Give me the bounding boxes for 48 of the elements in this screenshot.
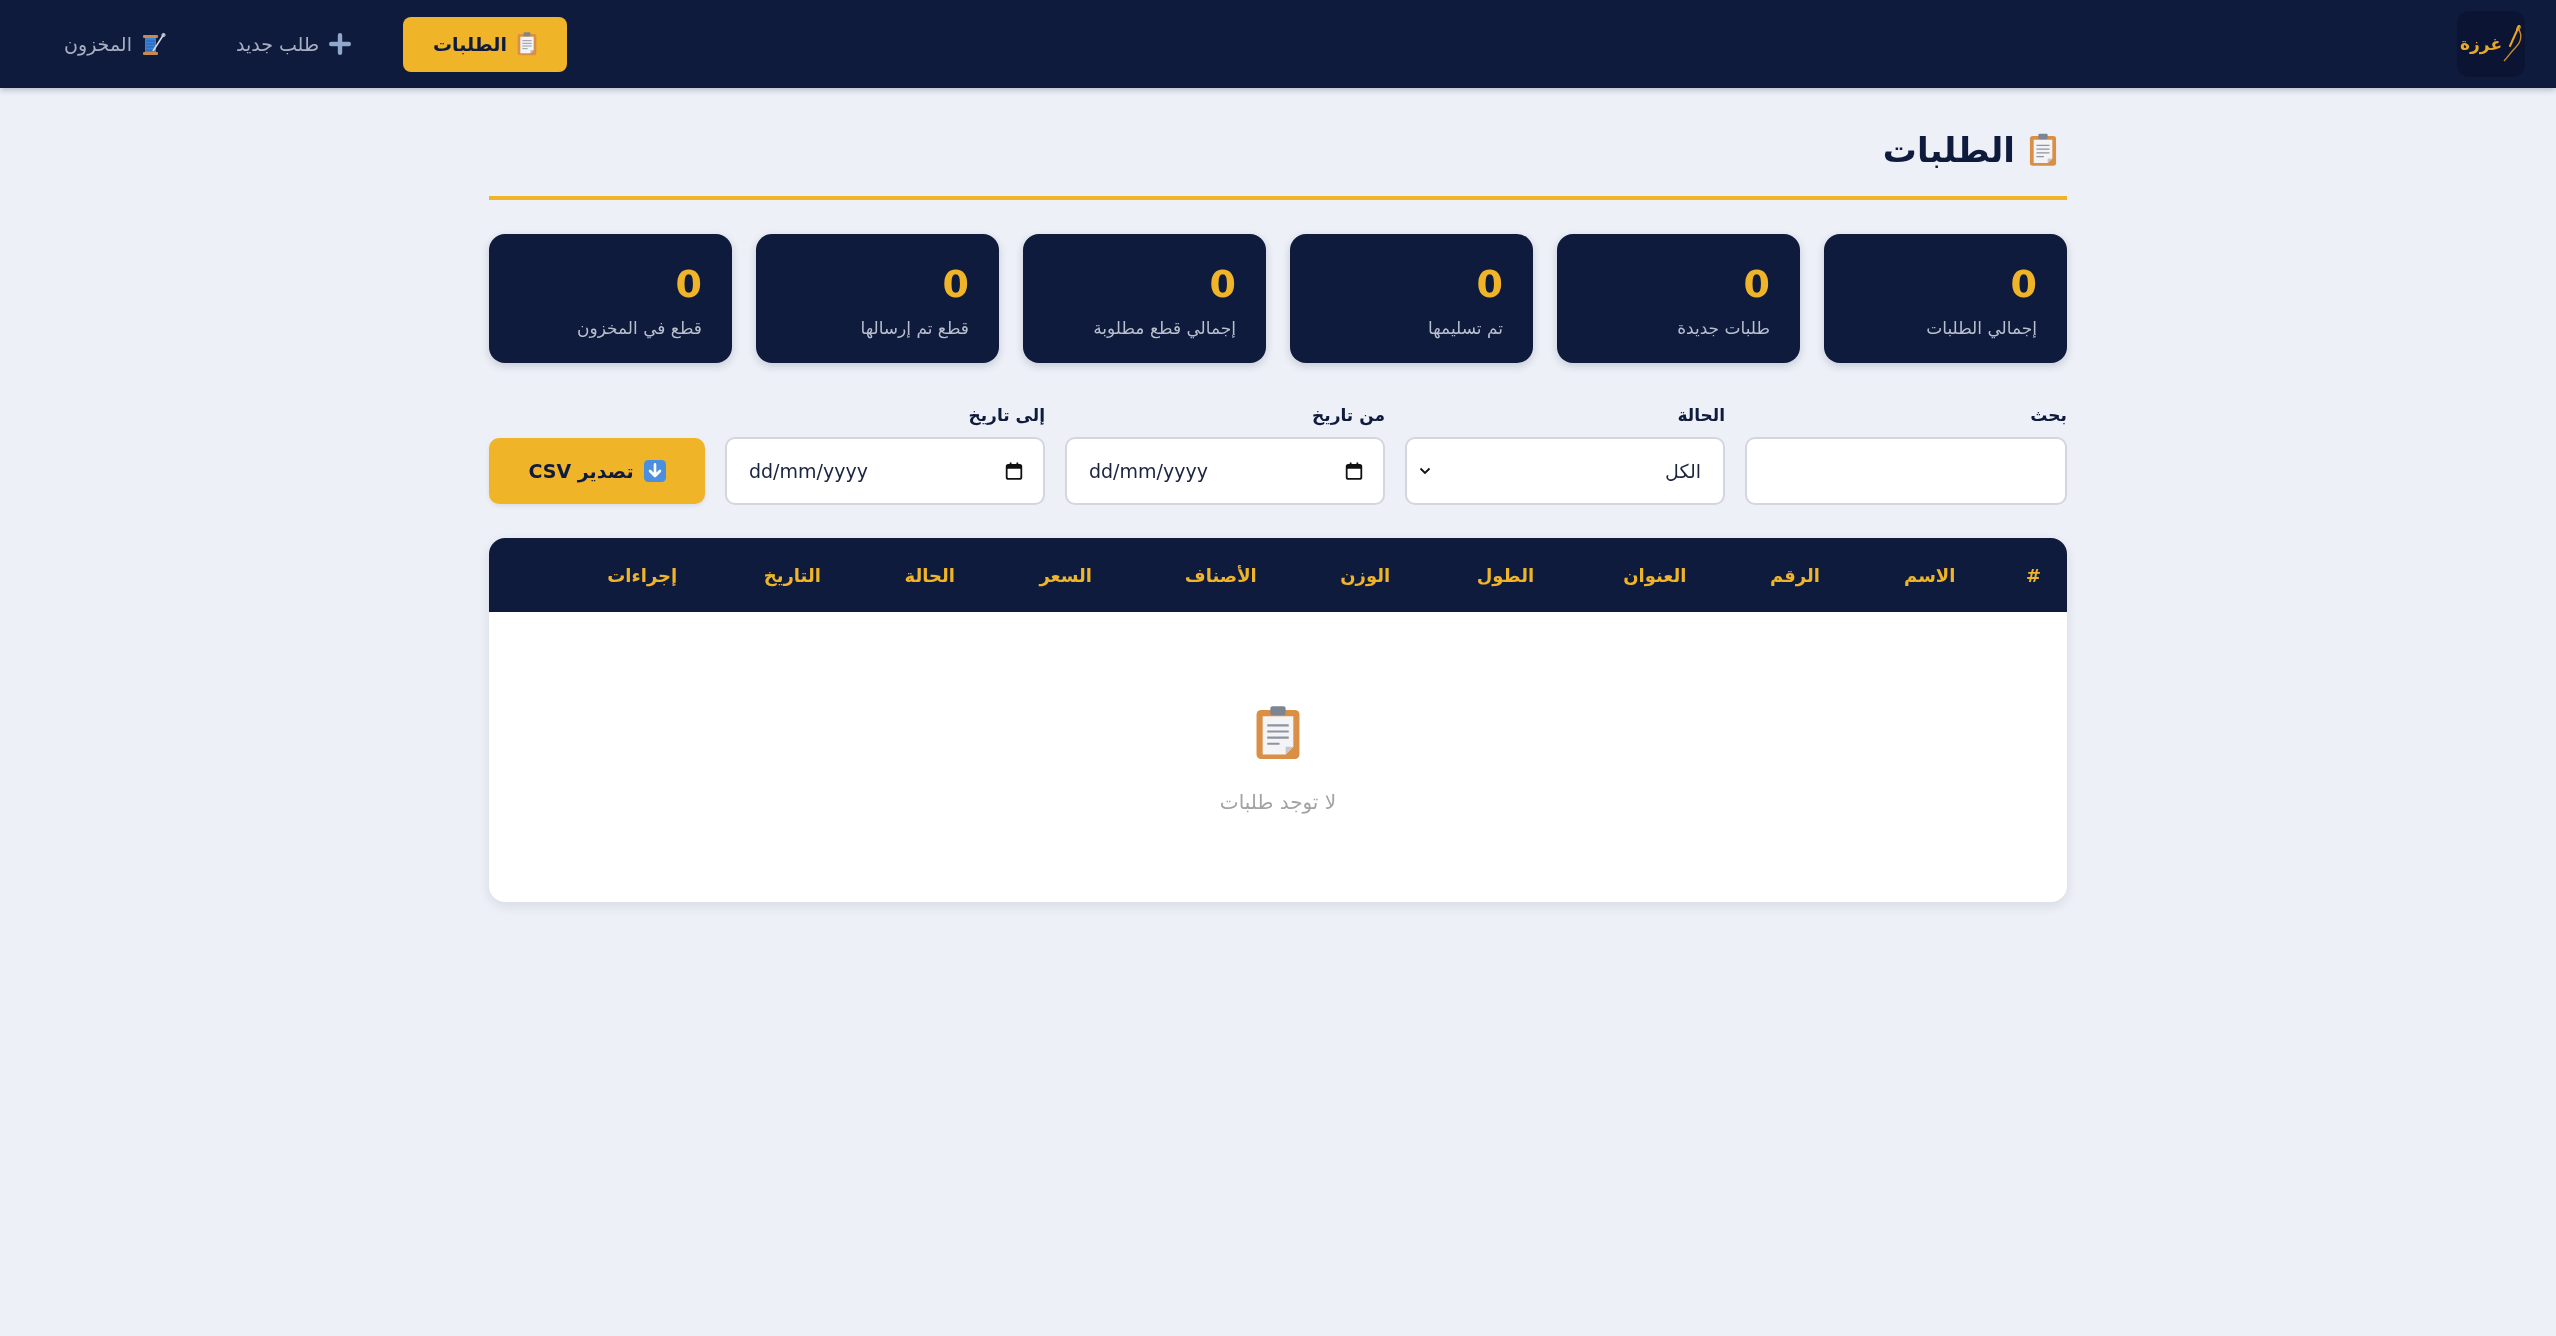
field-label: الحالة: [1676, 404, 1725, 428]
column-header: الاسم: [1841, 538, 1978, 613]
thread-spool-icon: [141, 32, 166, 56]
nav-tab[interactable]: الطلبات: [403, 16, 567, 72]
column-header: #: [1977, 538, 2067, 613]
field-label: من تاريخ: [1311, 404, 1385, 428]
logo-tile[interactable]: غرزة: [2457, 11, 2525, 77]
column-header: السعر: [976, 538, 1114, 613]
plus-icon: [329, 33, 352, 55]
calendar-icon[interactable]: [1005, 462, 1023, 481]
clipboard-icon: [2029, 133, 2057, 168]
stat-label: إجمالي الطلبات: [1926, 317, 2037, 341]
column-header: إجراءات: [489, 538, 700, 613]
stat-value: 0: [942, 261, 969, 309]
calendar-icon[interactable]: [1345, 462, 1363, 481]
needle-thread-icon: [2502, 24, 2522, 64]
field-label: إلى تاريخ: [967, 404, 1045, 428]
search-field[interactable]: [1745, 437, 2067, 506]
nav-tab[interactable]: طلب جديد: [217, 16, 370, 72]
column-header: الأصناف: [1114, 538, 1279, 613]
stat-label: إجمالي قطع مطلوبة: [1093, 317, 1236, 341]
column-header: التاريخ: [699, 538, 843, 613]
empty-message: لا توجد طلبات: [1219, 789, 1337, 816]
select-field[interactable]: الكل: [1405, 437, 1725, 506]
stat-value: 0: [2010, 261, 2037, 309]
stat-label: تم تسليمها: [1428, 317, 1503, 341]
nav-tab[interactable]: المخزون: [46, 16, 184, 72]
logo-text: غرزة: [2460, 33, 2502, 55]
export-button[interactable]: تصدير CSV: [489, 438, 705, 505]
date-field[interactable]: dd/mm/yyyy: [725, 437, 1045, 506]
stat-label: قطع في المخزون: [577, 317, 702, 341]
page-title: الطلبات: [1882, 129, 2015, 172]
field-label: بحث: [2029, 404, 2067, 428]
stat-label: قطع تم إرسالها: [860, 317, 969, 341]
column-header: الطول: [1412, 538, 1557, 613]
column-header: العنوان: [1556, 538, 1709, 613]
clipboard-icon: [516, 32, 537, 56]
stat-value: 0: [1476, 261, 1503, 309]
stat-value: 0: [1209, 261, 1236, 309]
stat-value: 0: [675, 261, 702, 309]
column-header: الوزن: [1278, 538, 1413, 613]
column-header: الحالة: [842, 538, 977, 613]
column-header: الرقم: [1708, 538, 1842, 613]
stat-value: 0: [1743, 261, 1770, 309]
chevron-down-icon: [1419, 467, 1431, 476]
date-field[interactable]: dd/mm/yyyy: [1065, 437, 1385, 506]
clipboard-icon: [1255, 705, 1301, 762]
stat-label: طلبات جديدة: [1677, 317, 1770, 341]
